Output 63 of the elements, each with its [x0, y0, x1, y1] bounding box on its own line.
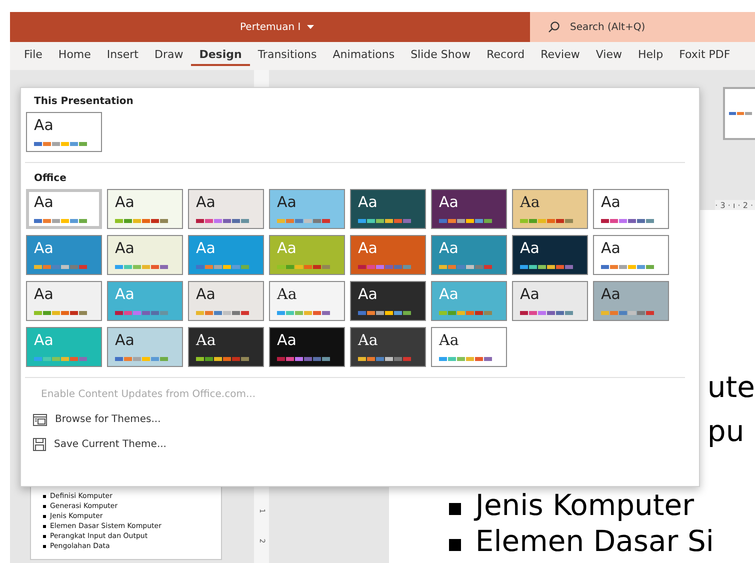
ribbon-tab[interactable]: Home [50, 46, 99, 66]
theme-thumbnail[interactable]: Aa [431, 189, 507, 229]
section-heading: This Presentation [33, 95, 134, 109]
bullet-icon [449, 503, 462, 515]
bullet-icon [43, 504, 46, 508]
ribbon-tab[interactable]: Insert [98, 46, 146, 66]
ribbon-tab[interactable]: Foxit PDF [671, 46, 738, 66]
ribbon-tab[interactable]: Help [630, 46, 672, 66]
menu-item[interactable]: Browse for Themes... [25, 407, 253, 432]
theme-thumbnail[interactable]: Aa [107, 189, 183, 229]
menu-item[interactable]: Save Current Theme... [25, 432, 253, 457]
bullet-icon [43, 534, 46, 538]
theme-thumbnail[interactable]: Aa [431, 235, 507, 275]
theme-thumbnail[interactable]: Aa [350, 281, 426, 321]
caret-icon[interactable] [306, 25, 314, 29]
theme-thumbnail[interactable]: Aa [188, 327, 264, 367]
theme-thumbnail[interactable]: Aa [593, 189, 669, 229]
theme-thumbnail[interactable]: Aa [431, 327, 507, 367]
ribbon-tab[interactable]: File [16, 46, 50, 66]
theme-thumbnail[interactable]: Aa [188, 189, 264, 229]
slide-bullet-text: ute [707, 370, 755, 404]
ribbon-tab[interactable]: Transitions [250, 46, 325, 66]
theme-thumbnail[interactable]: Aa [269, 189, 345, 229]
slide-bullet-text: Elemen Dasar Si [475, 524, 714, 558]
theme-thumbnail[interactable]: Aa [26, 189, 102, 229]
ribbon-tab[interactable]: Animations [324, 46, 403, 66]
theme-thumbnail[interactable]: Aa [26, 112, 102, 152]
ribbon-tab[interactable]: Review [532, 46, 588, 66]
theme-thumbnail[interactable]: Aa [593, 281, 669, 321]
ribbon-tab[interactable]: Record [478, 46, 533, 66]
bullet-icon [43, 524, 46, 528]
theme-thumbnail[interactable]: Aa [107, 235, 183, 275]
ribbon-tab[interactable]: Design [191, 46, 250, 66]
theme-thumbnail[interactable]: Aa [107, 327, 183, 367]
ribbon-tab[interactable]: Draw [146, 46, 192, 66]
save-icon [33, 438, 46, 451]
theme-thumbnail[interactable]: Aa [512, 235, 588, 275]
search-field[interactable]: Search (Alt+Q) [530, 12, 755, 42]
bullet-icon [449, 539, 462, 551]
section-heading: Office [33, 172, 68, 186]
bullet-icon [43, 514, 46, 518]
bullet-icon [43, 544, 46, 548]
folder-window-icon [33, 414, 47, 426]
document-title[interactable]: Pertemuan I [240, 22, 301, 32]
ruler-numbers: · 3 · ı · 2 · [715, 200, 753, 210]
ribbon-tab[interactable]: View [588, 46, 630, 66]
theme-thumbnail[interactable]: Aa [512, 189, 588, 229]
theme-thumbnail[interactable]: Aa [26, 235, 102, 275]
variant-thumbnail[interactable] [723, 87, 755, 140]
slide-bullet-text: Jenis Komputer [475, 488, 694, 522]
theme-thumbnail[interactable]: Aa [26, 281, 102, 321]
theme-thumbnail[interactable]: Aa [350, 189, 426, 229]
theme-thumbnail[interactable]: Aa [269, 281, 345, 321]
theme-thumbnail[interactable]: Aa [269, 327, 345, 367]
bullet-icon [43, 494, 46, 498]
theme-thumbnail[interactable]: Aa [350, 235, 426, 275]
ribbon-tab[interactable]: Slide Show [402, 46, 479, 66]
search-icon [548, 21, 560, 33]
theme-thumbnail[interactable]: Aa [350, 327, 426, 367]
theme-thumbnail[interactable]: Aa [512, 281, 588, 321]
theme-thumbnail[interactable]: Aa [593, 235, 669, 275]
slide-bullet-text: pu [707, 414, 744, 448]
theme-thumbnail[interactable]: Aa [188, 281, 264, 321]
